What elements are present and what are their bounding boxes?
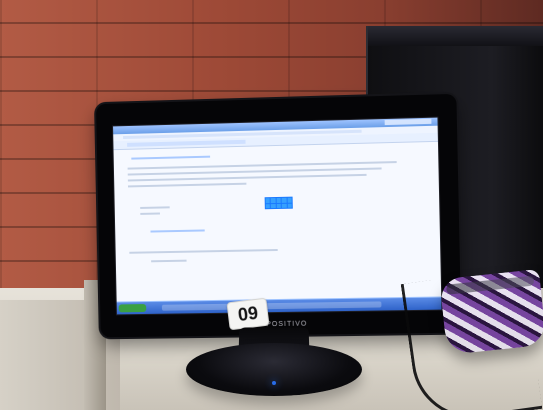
- paragraph-line: [127, 173, 367, 182]
- monitor-stand-base: [186, 343, 362, 396]
- grid-cell: [271, 203, 276, 209]
- grid-cell: [287, 197, 292, 203]
- classroom-photo: POSITIVO 09: [0, 0, 543, 410]
- grid-cell: [265, 203, 271, 209]
- fraction-input: [140, 206, 170, 209]
- fraction-input: [140, 212, 160, 215]
- paragraph-line: [127, 182, 247, 188]
- grid-cell: [281, 197, 287, 203]
- number-sticker: 09: [226, 297, 270, 331]
- grid-cell: [281, 203, 287, 208]
- pencil-case: [439, 268, 543, 356]
- answer-field: [151, 259, 187, 263]
- page-heading: [131, 155, 211, 160]
- grid-cell: [287, 203, 292, 208]
- question-line: [129, 248, 278, 254]
- grid-cell: [276, 203, 281, 208]
- grid-cell: [276, 197, 281, 203]
- web-page-content: [113, 141, 442, 303]
- sticker-number: 09: [236, 302, 260, 326]
- submit-link: [150, 229, 205, 233]
- grid-cell: [265, 198, 271, 203]
- grid-widget: [264, 196, 293, 210]
- monitor-screen: [112, 116, 443, 316]
- grid-cell: [271, 198, 276, 203]
